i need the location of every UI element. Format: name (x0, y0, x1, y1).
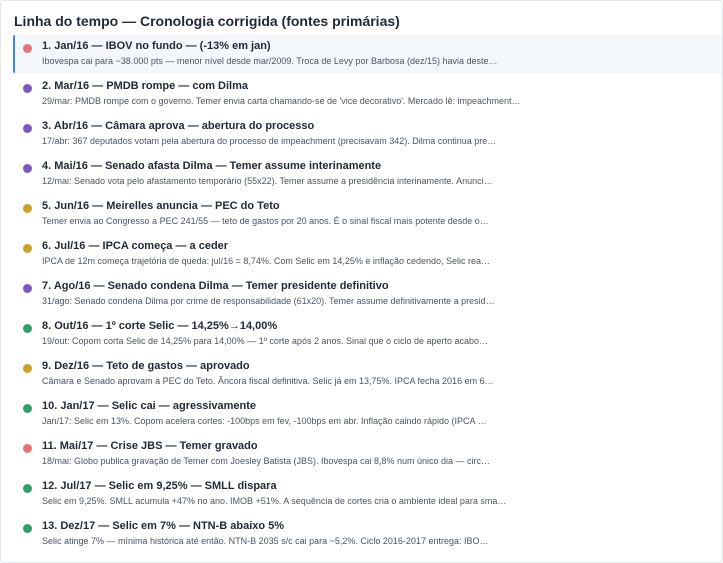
status-dot-icon (23, 244, 32, 253)
status-dot-icon (23, 124, 32, 133)
timeline-item-description: Ibovespa cai para ~38.000 pts — menor ní… (42, 56, 498, 66)
status-dot-icon (23, 284, 32, 293)
status-dot-icon (23, 324, 32, 333)
status-dot-icon (23, 364, 32, 373)
timeline-item[interactable]: 5. Jun/16 — Meirelles anuncia — PEC do T… (14, 195, 722, 235)
timeline-item-title: 8. Out/16 — 1º corte Selic — 14,25%→14,0… (42, 320, 278, 332)
timeline-item-description: 31/ago: Senado condena Dilma por crime d… (42, 296, 495, 306)
timeline-item[interactable]: 3. Abr/16 — Câmara aprova — abertura do … (14, 115, 722, 155)
status-dot-icon (23, 164, 32, 173)
timeline-item-title: 9. Dez/16 — Teto de gastos — aprovado (42, 360, 250, 372)
timeline-item-description: Temer envia ao Congresso a PEC 241/55 — … (42, 216, 489, 226)
timeline-item-title: 2. Mar/16 — PMDB rompe — com Dilma (42, 80, 248, 92)
timeline-item-description: Selic atinge 7% — mínima histórica até e… (42, 536, 489, 546)
timeline-item[interactable]: 8. Out/16 — 1º corte Selic — 14,25%→14,0… (14, 315, 722, 355)
timeline-item[interactable]: 4. Mai/16 — Senado afasta Dilma — Temer … (14, 155, 722, 195)
status-dot-icon (23, 204, 32, 213)
timeline-item[interactable]: 2. Mar/16 — PMDB rompe — com Dilma 29/ma… (14, 75, 722, 115)
timeline-item-title: 1. Jan/16 — IBOV no fundo — (-13% em jan… (42, 40, 271, 52)
timeline-item-title: 11. Mai/17 — Crise JBS — Temer gravado (42, 440, 258, 452)
timeline-item-title: 4. Mai/16 — Senado afasta Dilma — Temer … (42, 160, 382, 172)
panel-title: Linha do tempo — Cronologia corrigida (f… (14, 13, 400, 29)
timeline-item-title: 5. Jun/16 — Meirelles anuncia — PEC do T… (42, 200, 280, 212)
status-dot-icon (23, 484, 32, 493)
timeline-item-description: IPCA de 12m começa trajetória de queda: … (42, 256, 491, 266)
timeline-item[interactable]: 6. Jul/16 — IPCA começa — a ceder IPCA d… (14, 235, 722, 275)
timeline-item[interactable]: 10. Jan/17 — Selic cai — agressivamente … (14, 395, 722, 435)
timeline-item-description: 17/abr: 367 deputados votam pela abertur… (42, 136, 497, 146)
timeline-item[interactable]: 11. Mai/17 — Crise JBS — Temer gravado 1… (14, 435, 722, 475)
timeline-item-title: 3. Abr/16 — Câmara aprova — abertura do … (42, 120, 315, 132)
timeline-item[interactable]: 1. Jan/16 — IBOV no fundo — (-13% em jan… (13, 35, 722, 73)
timeline-panel: Linha do tempo — Cronologia corrigida (f… (0, 0, 723, 563)
timeline-item-title: 13. Dez/17 — Selic em 7% — NTN-B abaixo … (42, 520, 285, 532)
timeline-list: 1. Jan/16 — IBOV no fundo — (-13% em jan… (13, 35, 722, 555)
timeline-item-description: 12/mai: Senado vota pelo afastamento tem… (42, 176, 493, 186)
timeline-item[interactable]: 12. Jul/17 — Selic em 9,25% — SMLL dispa… (14, 475, 722, 515)
timeline-item-description: 19/out: Copom corta Selic de 14,25% para… (42, 336, 489, 346)
timeline-item[interactable]: 7. Ago/16 — Senado condena Dilma — Temer… (14, 275, 722, 315)
timeline-item-description: Selic em 9,25%. SMLL acumula +47% no ano… (42, 496, 507, 506)
timeline-item-description: Jan/17: Selic em 13%. Copom acelera cort… (42, 416, 487, 426)
timeline-item-description: 18/mai: Globo publica gravação de Temer … (42, 456, 491, 466)
status-dot-icon (23, 84, 32, 93)
timeline-item-title: 12. Jul/17 — Selic em 9,25% — SMLL dispa… (42, 480, 277, 492)
status-dot-icon (23, 524, 32, 533)
timeline-item-title: 6. Jul/16 — IPCA começa — a ceder (42, 240, 229, 252)
timeline-item-description: 29/mar: PMDB rompe com o governo. Temer … (42, 96, 521, 106)
timeline-item-title: 7. Ago/16 — Senado condena Dilma — Temer… (42, 280, 389, 292)
status-dot-icon (23, 404, 32, 413)
timeline-item[interactable]: 13. Dez/17 — Selic em 7% — NTN-B abaixo … (14, 515, 722, 555)
timeline-item-description: Câmara e Senado aprovam a PEC do Teto. Â… (42, 376, 494, 386)
status-dot-icon (23, 444, 32, 453)
status-dot-icon (23, 44, 32, 53)
timeline-item-title: 10. Jan/17 — Selic cai — agressivamente (42, 400, 257, 412)
timeline-item[interactable]: 9. Dez/16 — Teto de gastos — aprovado Câ… (14, 355, 722, 395)
